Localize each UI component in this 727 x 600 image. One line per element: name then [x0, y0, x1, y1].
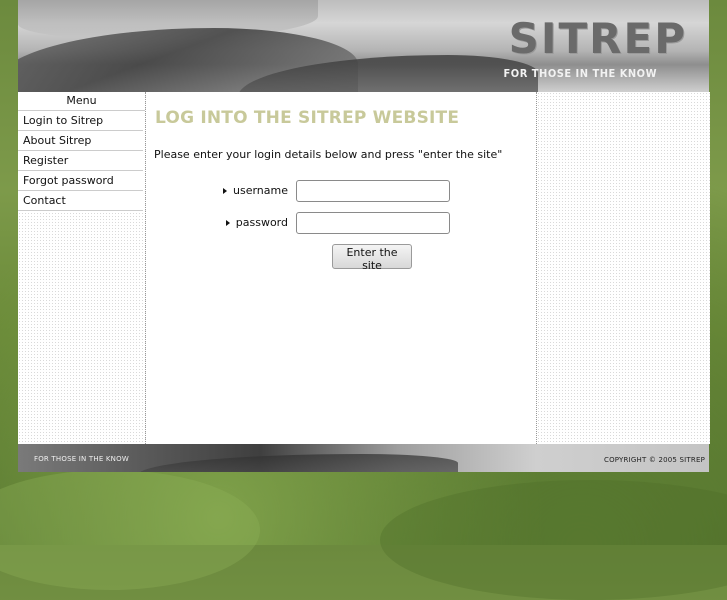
menu-item-login[interactable]: Login to Sitrep	[18, 111, 143, 131]
bullet-arrow-icon	[223, 188, 227, 194]
menu-item-forgot-password[interactable]: Forgot password	[18, 171, 143, 191]
footer-landscape	[138, 454, 458, 472]
password-label-wrap: password	[225, 216, 288, 229]
menu-item-register[interactable]: Register	[18, 151, 143, 171]
username-label: username	[233, 184, 288, 197]
menu-item-about[interactable]: About Sitrep	[18, 131, 143, 151]
enter-site-button[interactable]: Enter the site	[332, 244, 412, 272]
username-row: username	[146, 180, 536, 202]
page-frame: SITREP FOR THOSE IN THE KNOW Menu Login …	[18, 0, 710, 472]
site-logo: SITREP	[508, 14, 687, 63]
footer-banner: FOR THOSE IN THE KNOW COPYRIGHT © 2005 S…	[18, 444, 709, 472]
header-tagline: FOR THOSE IN THE KNOW	[503, 67, 657, 80]
username-label-wrap: username	[223, 184, 288, 197]
footer-copyright: COPYRIGHT © 2005 SITREP	[603, 456, 705, 464]
bullet-arrow-icon	[225, 220, 230, 226]
background-hill	[380, 480, 727, 600]
password-label: password	[235, 216, 288, 229]
username-input[interactable]	[296, 180, 450, 202]
header-banner: SITREP FOR THOSE IN THE KNOW	[18, 0, 709, 92]
right-column	[536, 92, 710, 444]
background-hill	[0, 470, 260, 590]
page-title: LOG INTO THE SITREP WEBSITE	[155, 108, 460, 128]
footer-tagline: FOR THOSE IN THE KNOW	[34, 455, 129, 463]
sidebar-menu: Menu Login to Sitrep About Sitrep Regist…	[18, 92, 146, 444]
password-row: password	[146, 212, 536, 234]
menu-item-contact[interactable]: Contact	[18, 191, 143, 211]
password-input[interactable]	[296, 212, 450, 234]
menu-list: Login to Sitrep About Sitrep Register Fo…	[18, 111, 145, 211]
menu-title: Menu	[18, 92, 145, 111]
login-instructions: Please enter your login details below an…	[154, 148, 503, 161]
main-content: LOG INTO THE SITREP WEBSITE Please enter…	[146, 92, 536, 444]
